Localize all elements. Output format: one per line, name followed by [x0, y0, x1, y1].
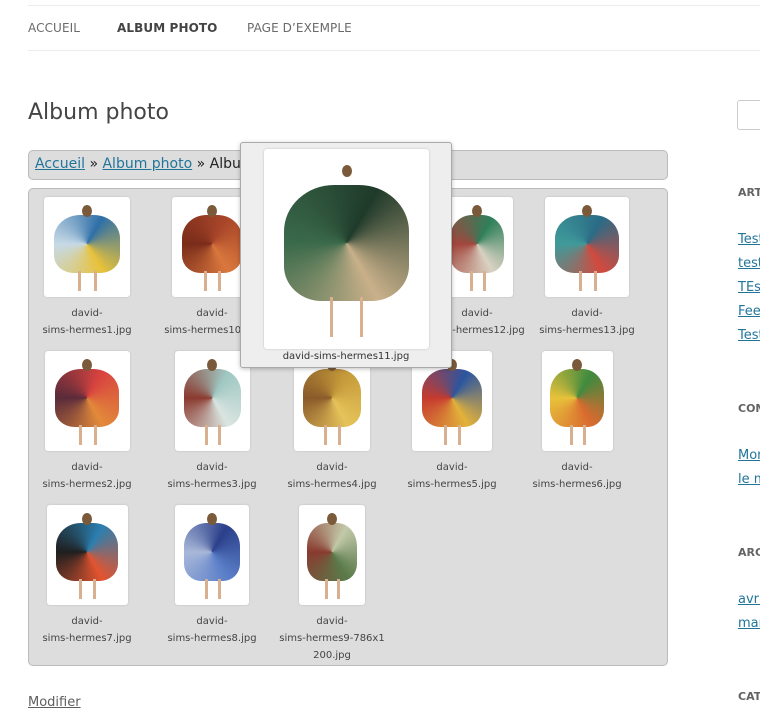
gallery-thumbnail[interactable]: [46, 505, 128, 605]
caption-line: sims-hermes13.jpg: [539, 325, 635, 336]
caption-line: sims-hermes5.jpg: [407, 479, 497, 490]
caption-line: david-: [316, 462, 348, 473]
sidebar-heading-categories: CAT: [738, 690, 760, 703]
image-preview-popup: david-sims-hermes11.jpg: [240, 142, 452, 368]
gallery-item[interactable]: david-sims-hermes8.jpg: [152, 505, 272, 647]
gallery-caption: david-sims-hermes8.jpg: [152, 613, 272, 647]
nav-item-page-exemple[interactable]: PAGE D’EXEMPLE: [247, 21, 352, 35]
sidebar-heading-articles: ART: [738, 186, 760, 199]
sidebar-comment-link[interactable]: le m: [738, 472, 760, 487]
gallery-item[interactable]: david-sims-hermes5.jpg: [392, 351, 512, 493]
gallery-item[interactable]: david-sims-hermes3.jpg: [152, 351, 272, 493]
sidebar-article-link[interactable]: TEst: [738, 280, 760, 295]
preview-caption: david-sims-hermes11.jpg: [282, 351, 410, 362]
caption-line: david-: [436, 462, 468, 473]
model-figure: [45, 351, 130, 451]
gallery-thumbnail[interactable]: [174, 351, 250, 451]
caption-line: 200.jpg: [313, 650, 351, 661]
gallery-caption: david-sims-hermes4.jpg: [272, 459, 392, 493]
breadcrumb-separator: »: [196, 156, 206, 172]
model-figure: [175, 351, 250, 451]
gallery-caption: david-sims-hermes13.jpg: [527, 305, 647, 339]
caption-line: sims-hermes6.jpg: [532, 479, 622, 490]
model-figure: [299, 505, 365, 605]
gallery-item[interactable]: david-sims-hermes4.jpg: [272, 351, 392, 493]
preview-image[interactable]: [264, 149, 429, 349]
main-navigation: ACCUEIL ALBUM PHOTO PAGE D’EXEMPLE: [28, 6, 760, 51]
gallery-caption: david-sims-hermes5.jpg: [392, 459, 512, 493]
gallery-thumbnail[interactable]: [541, 351, 613, 451]
caption-line: david-: [71, 616, 103, 627]
gallery-caption: david-sims-hermes2.jpg: [29, 459, 147, 493]
gallery-thumbnail[interactable]: [44, 351, 130, 451]
gallery-thumbnail[interactable]: [299, 505, 365, 605]
caption-line: david-: [196, 616, 228, 627]
caption-line: sims-hermes2.jpg: [42, 479, 132, 490]
gallery-caption: david-sims-hermes9-786x1 200.jpg: [272, 613, 392, 664]
breadcrumb-home-link[interactable]: Accueil: [35, 156, 85, 172]
gallery-caption: david-sims-hermes6.jpg: [517, 459, 637, 493]
sidebar-heading-comments: COM: [738, 402, 760, 415]
gallery-thumbnail[interactable]: [175, 505, 249, 605]
gallery-thumbnail[interactable]: [545, 197, 629, 297]
gallery-item[interactable]: david-sims-hermes7.jpg: [29, 505, 147, 647]
sidebar-archive-link[interactable]: avri: [738, 592, 760, 607]
sidebar-article-link[interactable]: Test: [738, 328, 760, 343]
model-figure: [542, 351, 613, 451]
gallery-item[interactable]: david-sims-hermes13.jpg: [527, 197, 647, 339]
gallery-caption: david-sims-hermes1.jpg: [29, 305, 147, 339]
nav-item-accueil[interactable]: ACCUEIL: [28, 21, 80, 35]
sidebar-heading-archives: ARC: [738, 546, 760, 559]
breadcrumb-parent-link[interactable]: Album photo: [102, 156, 192, 172]
breadcrumb-separator: »: [89, 156, 99, 172]
gallery-caption: david-sims-hermes3.jpg: [152, 459, 272, 493]
caption-line: david-: [571, 308, 603, 319]
caption-line: sims-hermes1.jpg: [42, 325, 132, 336]
sidebar-article-link[interactable]: test: [738, 256, 760, 271]
model-figure: [545, 197, 629, 297]
gallery-item[interactable]: david-sims-hermes1.jpg: [29, 197, 147, 339]
caption-line: sims-hermes8.jpg: [167, 633, 257, 644]
caption-line: sims-hermes9-786x1: [279, 633, 385, 644]
gallery-caption: david-sims-hermes7.jpg: [29, 613, 147, 647]
gallery-thumbnail[interactable]: [44, 197, 130, 297]
caption-line: david-: [71, 462, 103, 473]
caption-line: david-: [561, 462, 593, 473]
model-figure: [264, 149, 429, 349]
sidebar-archive-link[interactable]: mar: [738, 616, 760, 631]
caption-line: sims-hermes3.jpg: [167, 479, 257, 490]
gallery-item[interactable]: david-sims-hermes6.jpg: [517, 351, 637, 493]
model-figure: [175, 505, 249, 605]
model-figure: [47, 505, 128, 605]
caption-line: david-: [316, 616, 348, 627]
page-title: Album photo: [28, 100, 169, 125]
search-input[interactable]: [737, 100, 760, 130]
edit-link[interactable]: Modifier: [28, 695, 81, 709]
sidebar-article-link[interactable]: Test: [738, 232, 760, 247]
model-figure: [44, 197, 130, 297]
caption-line: david-: [196, 462, 228, 473]
caption-line: sims-hermes7.jpg: [42, 633, 132, 644]
sidebar-comment-link[interactable]: Mon: [738, 448, 760, 463]
gallery-item[interactable]: david-sims-hermes9-786x1 200.jpg: [272, 505, 392, 664]
caption-line: david-: [71, 308, 103, 319]
sidebar-article-link[interactable]: Fee: [738, 304, 760, 319]
nav-item-album-photo[interactable]: ALBUM PHOTO: [117, 21, 217, 35]
gallery-item[interactable]: david-sims-hermes2.jpg: [29, 351, 147, 493]
caption-line: sims-hermes4.jpg: [287, 479, 377, 490]
